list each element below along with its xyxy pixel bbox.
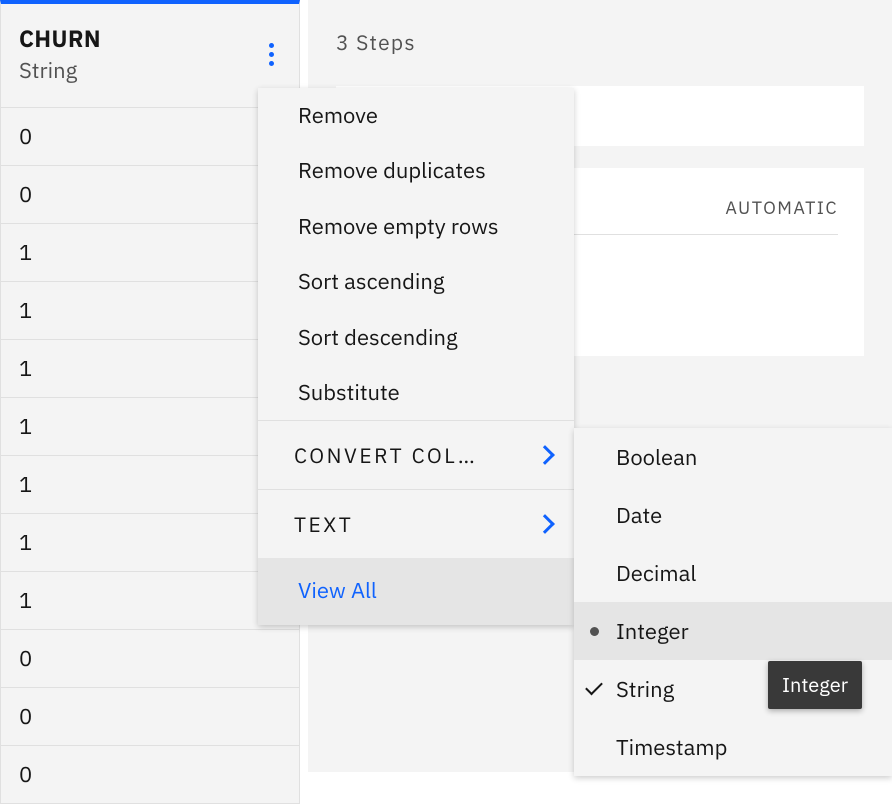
menu-remove-duplicates[interactable]: Remove duplicates [258, 143, 574, 198]
check-icon [585, 678, 603, 696]
convert-type-submenu: Boolean Date Decimal Integer String Time… [574, 428, 892, 776]
data-column: CHURN String 0 0 1 1 1 1 1 1 1 0 0 0 [0, 0, 300, 804]
table-row[interactable]: 0 [0, 630, 300, 688]
menu-sort-ascending[interactable]: Sort ascending [258, 254, 574, 309]
table-row[interactable]: 1 [0, 456, 300, 514]
table-row[interactable]: 0 [0, 166, 300, 224]
automatic-badge: AUTOMATIC [725, 196, 838, 219]
menu-section-label: CONVERT COL… [294, 441, 477, 469]
submenu-date[interactable]: Date [574, 486, 892, 544]
table-row[interactable]: 0 [0, 688, 300, 746]
submenu-decimal[interactable]: Decimal [574, 544, 892, 602]
steps-count: 3 Steps [336, 28, 864, 56]
submenu-timestamp[interactable]: Timestamp [574, 718, 892, 776]
dot-icon [590, 627, 599, 636]
table-row[interactable]: 1 [0, 282, 300, 340]
table-row[interactable]: 1 [0, 224, 300, 282]
table-row[interactable]: 0 [0, 108, 300, 166]
chevron-right-icon [535, 514, 555, 534]
menu-sort-descending[interactable]: Sort descending [258, 310, 574, 365]
context-menu: Remove Remove duplicates Remove empty ro… [258, 88, 574, 625]
table-row[interactable]: 0 [0, 746, 300, 804]
overflow-menu-icon [269, 43, 274, 66]
menu-section-label: TEXT [294, 510, 353, 538]
menu-substitute[interactable]: Substitute [258, 365, 574, 420]
menu-convert-column[interactable]: CONVERT COL… [258, 421, 574, 489]
column-header[interactable]: CHURN String [0, 0, 300, 108]
column-name: CHURN [19, 24, 281, 54]
table-row[interactable]: 1 [0, 398, 300, 456]
table-row[interactable]: 1 [0, 340, 300, 398]
table-row[interactable]: 1 [0, 514, 300, 572]
submenu-integer[interactable]: Integer [574, 602, 892, 660]
menu-text[interactable]: TEXT [258, 490, 574, 558]
column-menu-button[interactable] [257, 40, 285, 68]
submenu-boolean[interactable]: Boolean [574, 428, 892, 486]
chevron-right-icon [535, 445, 555, 465]
menu-view-all[interactable]: View All [258, 558, 574, 625]
menu-remove[interactable]: Remove [258, 88, 574, 143]
menu-remove-empty[interactable]: Remove empty rows [258, 199, 574, 254]
table-row[interactable]: 1 [0, 572, 300, 630]
column-type: String [19, 56, 281, 85]
tooltip: Integer [768, 661, 862, 709]
